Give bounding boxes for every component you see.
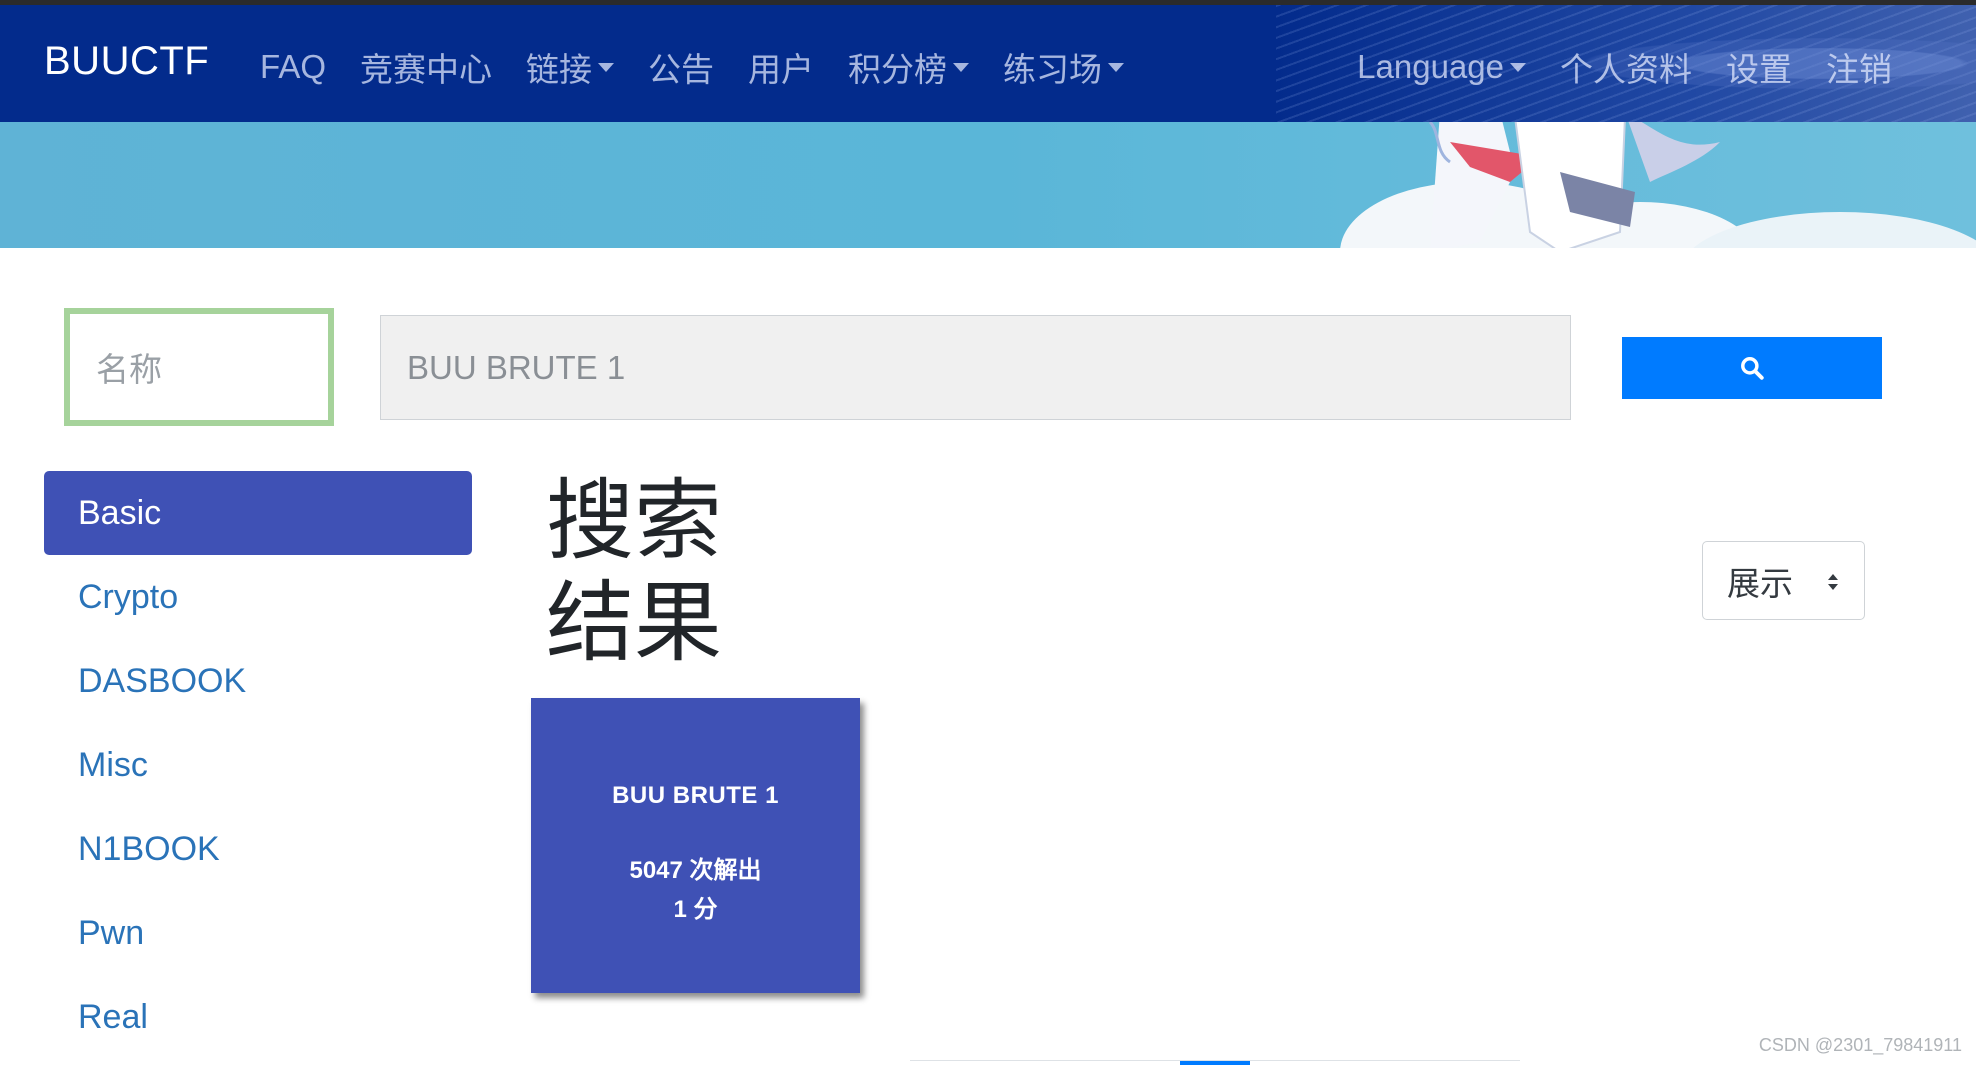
banner-character-illustration [1428, 122, 1720, 248]
nav-profile[interactable]: 个人资料 [1560, 43, 1692, 91]
sidebar-item-basic[interactable]: Basic [44, 471, 472, 555]
brand-logo[interactable]: BUUCTF [44, 39, 209, 84]
category-sidebar: Basic Crypto DASBOOK Misc N1BOOK Pwn Rea… [44, 471, 472, 1059]
challenge-points: 1 分 [673, 896, 718, 923]
nav-language-dropdown[interactable]: Language [1357, 43, 1526, 91]
sort-updown-icon [1828, 574, 1838, 590]
nav-right: Language 个人资料 设置 注销 [1323, 43, 1892, 91]
challenge-name: BUU BRUTE 1 [612, 782, 779, 809]
sidebar-item-dasbook[interactable]: DASBOOK [44, 639, 472, 723]
nav-settings[interactable]: 设置 [1726, 43, 1792, 91]
search-icon [1741, 357, 1764, 380]
nav-competitions[interactable]: 竞赛中心 [360, 43, 492, 91]
header-banner [0, 122, 1976, 248]
nav-faq[interactable]: FAQ [260, 43, 326, 91]
search-field-select[interactable]: 名称 [64, 308, 334, 426]
nav-scoreboard-dropdown[interactable]: 积分榜 [848, 43, 970, 91]
nav-logout[interactable]: 注销 [1826, 43, 1892, 91]
sidebar-item-misc[interactable]: Misc [44, 723, 472, 807]
caret-down-icon [953, 62, 970, 72]
search-button[interactable] [1622, 337, 1882, 399]
challenge-card[interactable]: BUU BRUTE 1 5047 次解出 1 分 [531, 698, 860, 993]
nav-left: FAQ 竞赛中心 链接 公告 用户 积分榜 练习场 [260, 43, 1158, 91]
nav-practice-dropdown[interactable]: 练习场 [1003, 43, 1125, 91]
pagination-active-indicator[interactable] [1180, 1061, 1250, 1065]
sidebar-item-real[interactable]: Real [44, 975, 472, 1059]
watermark: CSDN @2301_79841911 [1758, 1035, 1962, 1055]
display-select[interactable]: 展示 [1702, 541, 1865, 620]
sidebar-item-crypto[interactable]: Crypto [44, 555, 472, 639]
caret-down-icon [598, 62, 615, 72]
top-navbar: BUUCTF FAQ 竞赛中心 链接 公告 用户 积分榜 练习场 Languag… [0, 5, 1976, 122]
nav-links-dropdown[interactable]: 链接 [526, 43, 615, 91]
nav-users[interactable]: 用户 [748, 43, 814, 91]
page-title: 搜索结果 [546, 469, 723, 674]
sidebar-item-pwn[interactable]: Pwn [44, 891, 472, 975]
caret-down-icon [1510, 62, 1526, 72]
challenge-solves: 5047 次解出 [629, 857, 762, 884]
sidebar-item-n1book[interactable]: N1BOOK [44, 807, 472, 891]
search-input[interactable] [380, 315, 1571, 420]
nav-notices[interactable]: 公告 [648, 43, 714, 91]
caret-down-icon [1108, 62, 1125, 72]
